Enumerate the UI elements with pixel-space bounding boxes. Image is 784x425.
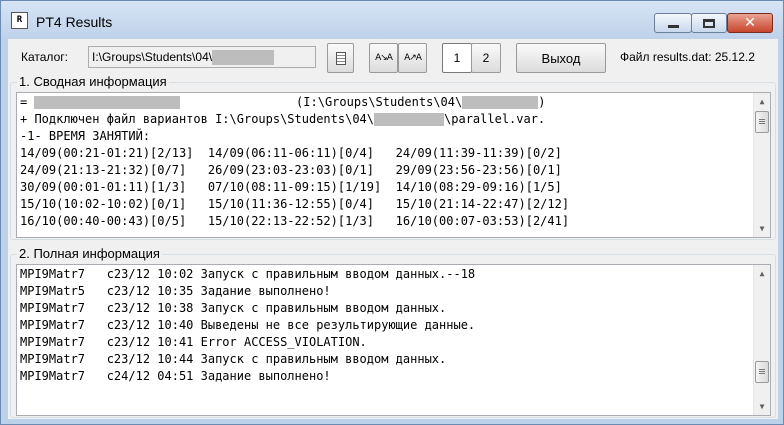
details-group: 2. Полная информация MPI9Matr7 c23/12 10… (10, 246, 776, 418)
section-title: -1- ВРЕМЯ ЗАНЯТИЙ: (20, 129, 151, 143)
file-info: Файл results.dat: 25.12.2 (620, 50, 755, 64)
time-row: 30/09(00:01-01:11)[1/3] 07/10(08:11-09:1… (20, 180, 562, 194)
window-title: PT4 Results (36, 14, 113, 30)
time-row: 16/10(00:40-00:43)[0/5] 15/10(22:13-22:5… (20, 214, 570, 228)
minimize-icon (667, 25, 679, 28)
summary-line-owner: = (I:\Groups\Students\04\) (20, 94, 545, 111)
tab-1-label: 1 (453, 51, 461, 65)
maximize-button[interactable] (691, 13, 727, 33)
app-icon: R (11, 12, 28, 29)
log-row: MPI9Matr5 c23/12 10:35 Задание выполнено… (20, 284, 331, 298)
catalog-label: Каталог: (21, 50, 68, 64)
document-icon (335, 51, 346, 65)
details-caption: 2. Полная информация (17, 246, 162, 261)
varfile-prefix: + Подключен файл вариантов I:\Groups\Stu… (20, 112, 375, 126)
tab-1-button[interactable]: 1 (442, 43, 472, 73)
log-row: MPI9Matr7 c23/12 10:41 Error ACCESS_VIOL… (20, 335, 367, 349)
decrease-font-button[interactable]: A↘A (369, 43, 398, 73)
time-row: 24/09(21:13-21:32)[0/7] 26/09(23:03-23:0… (20, 163, 562, 177)
summary-line-varfile: + Подключен файл вариантов I:\Groups\Stu… (20, 111, 545, 128)
owner-suffix: ) (538, 95, 546, 109)
tab-2-label: 2 (482, 51, 490, 65)
scroll-up-icon[interactable]: ▲ (754, 265, 770, 282)
redacted-block (212, 50, 275, 66)
redacted-block (34, 96, 181, 109)
owner-path: (I:\Groups\Students\04\ (180, 95, 463, 109)
title-bar[interactable]: R PT4 Results ✕ (1, 1, 783, 39)
maximize-icon (703, 18, 715, 28)
exit-button[interactable]: Выход (516, 43, 606, 73)
exit-label: Выход (541, 50, 581, 66)
summary-group: 1. Сводная информация = (I:\Groups\Stude… (10, 74, 776, 240)
time-row: 15/10(10:02-10:02)[0/1] 15/10(11:36-12:5… (20, 197, 570, 211)
log-row: MPI9Matr7 c23/12 10:02 Запуск с правильн… (20, 267, 476, 281)
font-increase-icon: A↗A (404, 53, 422, 63)
log-row: MPI9Matr7 c24/12 04:51 Задание выполнено… (20, 369, 331, 383)
scroll-thumb[interactable] (755, 361, 769, 383)
app-window: R PT4 Results ✕ Каталог: I:\Groups\Stude… (0, 0, 784, 425)
close-button[interactable]: ✕ (727, 13, 773, 33)
log-row: MPI9Matr7 c23/12 10:44 Запуск с правильн… (20, 352, 447, 366)
view-file-button[interactable] (327, 43, 354, 73)
scroll-down-icon[interactable]: ▼ (754, 398, 770, 415)
summary-caption: 1. Сводная информация (17, 74, 169, 89)
log-row: MPI9Matr7 c23/12 10:38 Запуск с правильн… (20, 301, 447, 315)
catalog-path-field[interactable]: I:\Groups\Students\04\ (88, 46, 316, 68)
client-area: Каталог: I:\Groups\Students\04\ A↘A A↗A … (8, 39, 778, 419)
varfile-suffix: \parallel.var. (444, 112, 546, 126)
summary-memo[interactable]: = (I:\Groups\Students\04\) + Подключен ф… (16, 92, 771, 238)
scroll-thumb[interactable] (755, 111, 769, 133)
close-icon: ✕ (744, 15, 756, 31)
log-row: MPI9Matr7 c23/12 10:40 Выведены не все р… (20, 318, 476, 332)
catalog-path-text: I:\Groups\Students\04\ (92, 50, 213, 64)
time-row: 14/09(00:21-01:21)[2/13] 14/09(06:11-06:… (20, 146, 562, 160)
summary-scrollbar[interactable]: ▲ ▼ (753, 93, 770, 237)
scroll-up-icon[interactable]: ▲ (754, 93, 770, 110)
tab-2-button[interactable]: 2 (471, 43, 501, 73)
owner-prefix: = (20, 95, 35, 109)
redacted-block (374, 113, 445, 126)
details-memo[interactable]: MPI9Matr7 c23/12 10:02 Запуск с правильн… (16, 264, 771, 416)
font-decrease-icon: A↘A (375, 53, 393, 63)
minimize-button[interactable] (654, 13, 692, 33)
details-scrollbar[interactable]: ▲ ▼ (753, 265, 770, 415)
increase-font-button[interactable]: A↗A (398, 43, 427, 73)
redacted-block (462, 96, 539, 109)
scroll-down-icon[interactable]: ▼ (754, 220, 770, 237)
